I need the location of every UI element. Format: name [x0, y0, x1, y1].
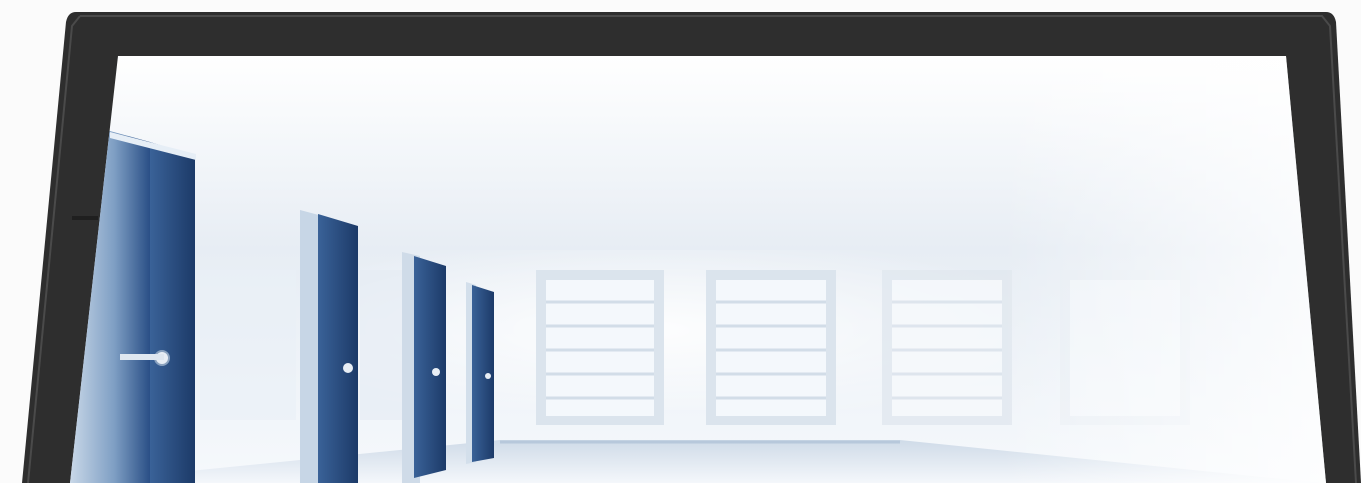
door-4: [466, 282, 494, 464]
window-1: [536, 270, 664, 425]
window-3: [882, 270, 1012, 425]
door-3: [402, 252, 446, 483]
door-2: [300, 210, 358, 483]
screen-photo: [70, 56, 1326, 483]
monitor-illustration: [22, 12, 1361, 483]
window-2: [706, 270, 836, 425]
monitor-photo-scene: [0, 0, 1361, 483]
